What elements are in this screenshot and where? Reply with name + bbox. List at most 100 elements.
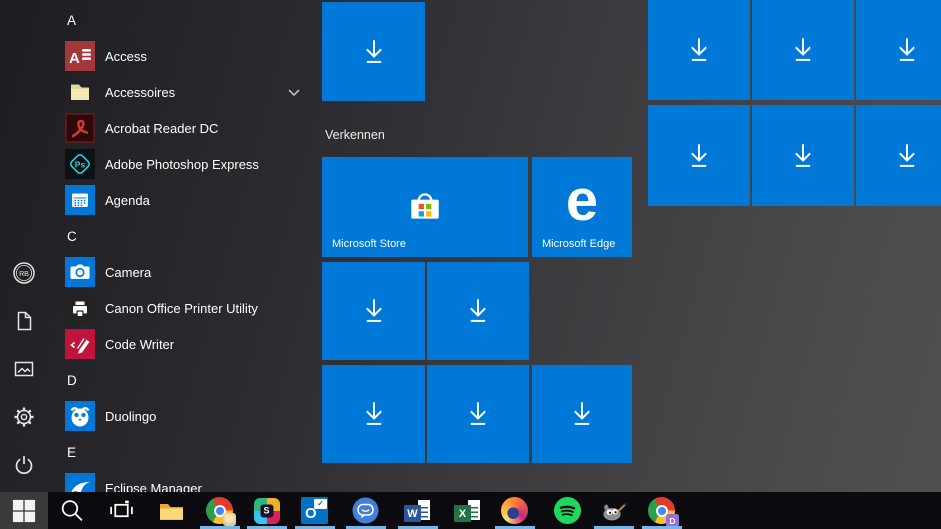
profile-photo-badge <box>223 513 236 526</box>
power-button[interactable] <box>12 453 36 477</box>
user-account-button[interactable]: RB <box>12 261 36 285</box>
app-label: Accessoires <box>105 84 176 100</box>
windows-start-screen: RB A A Access Accessoires Acrobat Reader… <box>0 0 941 529</box>
documents-button[interactable] <box>12 309 36 333</box>
pending-download-tile[interactable] <box>322 2 425 101</box>
download-arrow-icon <box>795 143 811 167</box>
pending-download-tile[interactable] <box>648 105 750 206</box>
taskbar-chrome[interactable] <box>199 497 240 529</box>
access-app-icon: A <box>65 41 95 71</box>
spotify-icon <box>554 497 581 524</box>
pending-download-tile[interactable] <box>322 365 425 463</box>
pictures-icon <box>14 361 34 377</box>
section-letter: A <box>67 12 77 28</box>
app-list-item-camera[interactable]: Camera <box>65 254 315 290</box>
pending-download-tile[interactable] <box>752 0 854 100</box>
taskbar-search[interactable] <box>58 497 85 524</box>
pending-download-tile[interactable] <box>648 0 750 100</box>
svg-text:A: A <box>69 50 80 67</box>
app-label: Duolingo <box>105 408 157 424</box>
pending-download-tile[interactable] <box>856 105 941 206</box>
app-list-item-access[interactable]: A Access <box>65 38 315 74</box>
download-arrow-icon <box>574 402 590 425</box>
app-list-header-c[interactable]: C <box>65 218 315 254</box>
app-list-item-photoshop-express[interactable]: Ps Adobe Photoshop Express <box>65 146 315 182</box>
pending-download-tile[interactable] <box>427 365 529 463</box>
svg-text:RB: RB <box>19 271 29 278</box>
tile-label: Microsoft Store <box>332 238 406 250</box>
taskbar-slack[interactable]: S <box>246 497 287 529</box>
app-list-item-duolingo[interactable]: Duolingo <box>65 398 315 434</box>
app-list-header-a[interactable]: A <box>65 2 315 38</box>
download-arrow-icon <box>691 143 707 167</box>
document-icon <box>17 311 32 331</box>
pending-download-tile[interactable] <box>427 262 529 360</box>
download-arrow-icon <box>365 39 382 63</box>
app-list-item-acrobat-reader[interactable]: Acrobat Reader DC <box>65 110 315 146</box>
download-arrow-icon <box>470 299 486 322</box>
search-icon <box>61 500 83 521</box>
firefox-icon <box>501 497 528 524</box>
app-label: Adobe Photoshop Express <box>105 156 259 172</box>
app-list-item-agenda[interactable]: Agenda <box>65 182 315 218</box>
user-avatar-icon: RB <box>13 262 35 284</box>
slack-icon: S <box>253 497 280 524</box>
app-list-item-accessoires[interactable]: Accessoires <box>65 74 315 110</box>
app-list-header-d[interactable]: D <box>65 362 315 398</box>
agenda-app-icon <box>65 185 95 215</box>
section-letter: C <box>67 228 77 244</box>
chat-bubble-icon <box>352 497 379 524</box>
app-label: Acrobat Reader DC <box>105 120 219 136</box>
canon-printer-app-icon <box>65 293 95 323</box>
slack-letter: S <box>260 504 273 517</box>
pending-download-tile[interactable] <box>322 262 425 360</box>
tile-microsoft-store[interactable]: Microsoft Store <box>322 157 528 257</box>
taskbar-word[interactable]: W <box>397 497 438 529</box>
pictures-button[interactable] <box>12 357 36 381</box>
windows-logo-icon <box>12 499 36 522</box>
pending-download-tile[interactable] <box>856 0 941 100</box>
taskbar-outlook[interactable]: O ✓ <box>294 497 335 529</box>
download-arrow-icon <box>470 402 486 425</box>
chrome-icon <box>206 497 236 526</box>
excel-icon: X <box>454 497 481 524</box>
taskbar-chrome-profile-d[interactable]: D <box>641 497 682 529</box>
app-list-item-code-writer[interactable]: Code Writer <box>65 326 315 362</box>
word-letter: W <box>404 505 421 522</box>
file-explorer-icon <box>160 504 183 520</box>
tile-group-title[interactable]: Verkennen <box>325 128 385 142</box>
app-label: Camera <box>105 264 152 280</box>
power-icon <box>15 456 33 475</box>
settings-button[interactable] <box>12 405 36 429</box>
app-list-header-e[interactable]: E <box>65 434 315 470</box>
section-letter: D <box>67 372 77 388</box>
taskbar-excel[interactable]: X <box>454 497 481 524</box>
download-arrow-icon <box>365 402 382 425</box>
svg-text:Ps: Ps <box>75 159 86 169</box>
taskbar-spotify[interactable] <box>554 497 581 524</box>
start-menu-rail: RB <box>0 0 48 492</box>
taskbar-firefox[interactable] <box>494 497 535 529</box>
acrobat-reader-app-icon <box>65 113 95 143</box>
taskbar-file-explorer[interactable] <box>158 497 185 524</box>
taskbar-task-view[interactable] <box>108 497 135 524</box>
code-writer-app-icon <box>65 329 95 359</box>
app-label: Access <box>105 48 147 64</box>
chevron-down-icon[interactable] <box>287 86 301 99</box>
app-label: Canon Office Printer Utility <box>105 300 258 316</box>
tile-microsoft-edge[interactable]: e Microsoft Edge <box>532 157 632 257</box>
app-list-item-canon-printer-utility[interactable]: Canon Office Printer Utility <box>65 290 315 326</box>
pending-download-tile[interactable] <box>752 105 854 206</box>
app-label: Code Writer <box>105 336 175 352</box>
pending-download-tile[interactable] <box>532 365 632 463</box>
app-list: A A Access Accessoires Acrobat Reader DC… <box>65 2 315 506</box>
start-button[interactable] <box>0 492 48 529</box>
taskbar: S O ✓ W X D <box>0 492 941 529</box>
duolingo-app-icon <box>65 401 95 431</box>
photoshop-express-app-icon: Ps <box>65 149 95 179</box>
download-arrow-icon <box>365 299 382 322</box>
taskbar-gimp[interactable] <box>593 497 634 529</box>
task-view-icon <box>110 500 133 518</box>
gimp-icon <box>603 502 627 521</box>
taskbar-chat-app[interactable] <box>345 497 386 529</box>
